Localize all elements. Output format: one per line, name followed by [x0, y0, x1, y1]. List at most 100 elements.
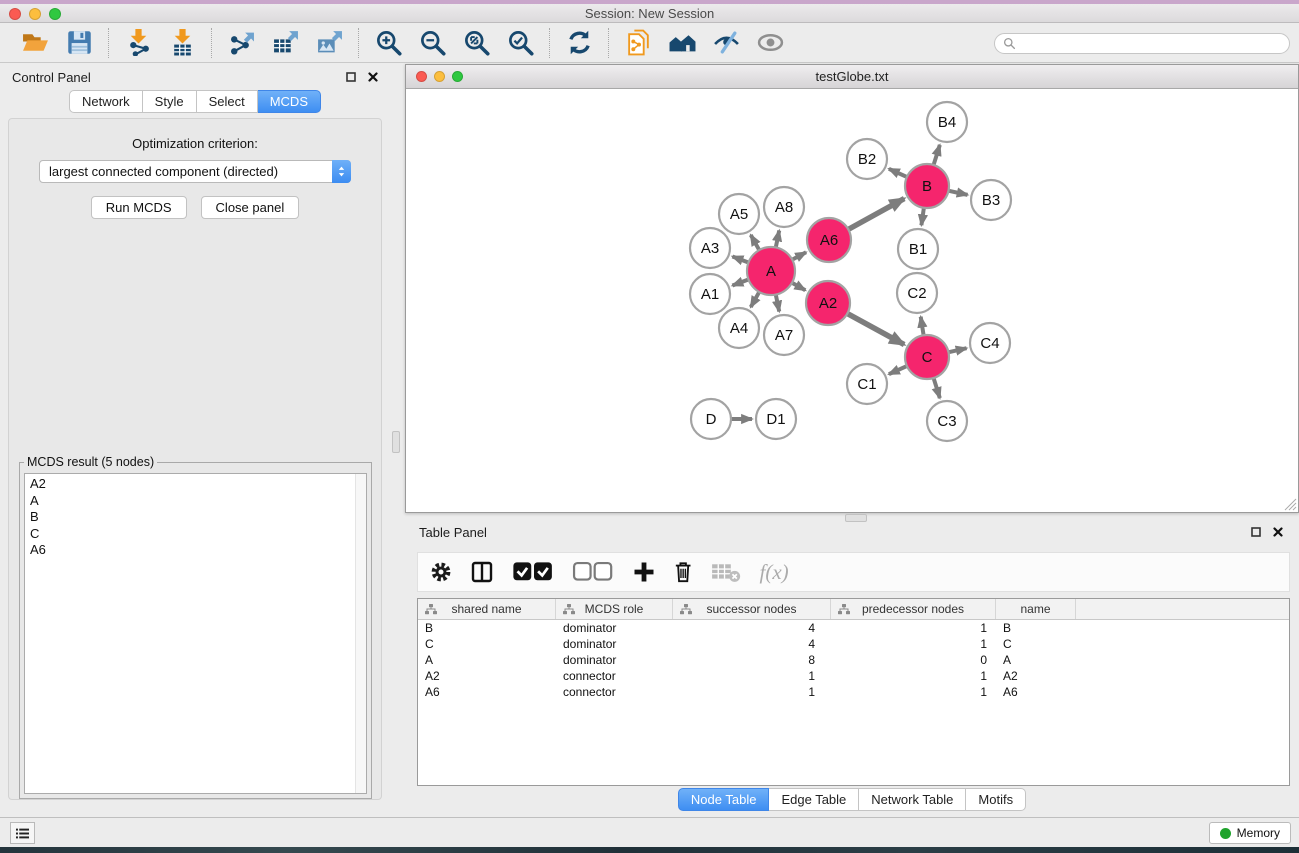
table-row[interactable]: Bdominator41B [418, 620, 1289, 636]
network-minimize-button[interactable] [434, 71, 445, 82]
deselect-all-button[interactable] [572, 557, 613, 587]
table-row[interactable]: Adominator80A [418, 652, 1289, 668]
export-network-button[interactable] [224, 27, 258, 59]
import-network-button[interactable] [121, 27, 155, 59]
zoom-selected-button[interactable] [503, 27, 537, 59]
graph-node-B[interactable]: B [905, 164, 949, 208]
export-image-button[interactable] [312, 27, 346, 59]
graph-node-A4[interactable]: A4 [719, 308, 759, 348]
column-header-MCDS-role[interactable]: MCDS role [556, 599, 673, 619]
right-region: testGlobe.txt B4B2BB3A5A8A6B1A3AA1C2A2A4… [405, 64, 1299, 817]
import-table-button[interactable] [165, 27, 199, 59]
graph-edge-B-B2[interactable] [889, 169, 909, 178]
table-panel-title: Table Panel [419, 525, 487, 540]
column-header-name[interactable]: name [996, 599, 1076, 619]
export-table-button[interactable] [268, 27, 302, 59]
graph-edge-A6-B[interactable] [847, 199, 905, 231]
delete-column-button[interactable] [674, 557, 692, 587]
graph-node-A2[interactable]: A2 [806, 281, 850, 325]
graph-edge-B-B3[interactable] [947, 190, 968, 195]
graph-node-A8[interactable]: A8 [764, 187, 804, 227]
graph-edge-A2-C[interactable] [846, 313, 905, 345]
search-field[interactable] [994, 33, 1290, 54]
zoom-in-button[interactable] [371, 27, 405, 59]
graph-node-C3[interactable]: C3 [927, 401, 967, 441]
result-list-scrollbar[interactable] [355, 474, 366, 793]
float-table-panel-button[interactable] [1251, 527, 1261, 537]
resize-grip-icon[interactable] [1284, 498, 1297, 511]
graph-node-B2[interactable]: B2 [847, 139, 887, 179]
graph-edge-B-B4[interactable] [933, 145, 940, 167]
open-file-button[interactable] [18, 27, 52, 59]
home-button[interactable] [665, 27, 699, 59]
run-mcds-button[interactable]: Run MCDS [91, 196, 187, 219]
graph-node-C[interactable]: C [905, 335, 949, 379]
copy-network-button[interactable] [621, 27, 655, 59]
graph-node-B4[interactable]: B4 [927, 102, 967, 142]
graph-node-A3[interactable]: A3 [690, 228, 730, 268]
table-tab-motifs[interactable]: Motifs [966, 788, 1026, 811]
network-canvas[interactable]: B4 B2 B B3 A5A8A6 B1 A3 A A1 C2 A2 A4A7 C4 C C1 C3 D D1 [406, 90, 1298, 512]
network-close-button[interactable] [416, 71, 427, 82]
mcds-result-item[interactable]: B [30, 509, 361, 526]
close-panel-button[interactable] [368, 72, 378, 82]
criterion-dropdown[interactable]: largest connected component (directed) [39, 160, 351, 183]
tab-mcds[interactable]: MCDS [258, 90, 321, 113]
mcds-result-item[interactable]: A [30, 493, 361, 510]
mcds-result-item[interactable]: C [30, 526, 361, 543]
add-column-button[interactable] [633, 557, 655, 587]
column-layout-button[interactable] [471, 557, 493, 587]
graph-edge-C-C3[interactable] [933, 376, 940, 398]
graph-edge-C-C1[interactable] [889, 365, 909, 374]
graph-node-C2[interactable]: C2 [897, 273, 937, 313]
table-row[interactable]: Cdominator41C [418, 636, 1289, 652]
table-tab-node-table[interactable]: Node Table [678, 788, 770, 811]
zoom-out-button[interactable] [415, 27, 449, 59]
graph-node-B1[interactable]: B1 [898, 229, 938, 269]
show-panel-button[interactable] [753, 27, 787, 59]
memory-button[interactable]: Memory [1209, 822, 1291, 844]
mcds-result-item[interactable]: A6 [30, 542, 361, 559]
search-input[interactable] [1021, 37, 1281, 51]
graph-node-A1[interactable]: A1 [690, 274, 730, 314]
column-header-predecessor-nodes[interactable]: predecessor nodes [831, 599, 996, 619]
graph-node-A6[interactable]: A6 [807, 218, 851, 262]
vertical-split-handle[interactable] [392, 431, 400, 453]
table-tab-edge-table[interactable]: Edge Table [769, 788, 859, 811]
graph-node-D[interactable]: D [691, 399, 731, 439]
settings-gear-button[interactable] [430, 557, 452, 587]
close-panel-pushbutton[interactable]: Close panel [201, 196, 300, 219]
column-header-shared-name[interactable]: shared name [418, 599, 556, 619]
zoom-window-button[interactable] [49, 8, 61, 20]
function-builder-button[interactable]: f(x) [760, 557, 789, 587]
task-history-button[interactable] [10, 822, 35, 844]
graph-node-C1[interactable]: C1 [847, 364, 887, 404]
select-all-button[interactable] [512, 557, 553, 587]
tab-style[interactable]: Style [143, 90, 197, 113]
graph-node-C4[interactable]: C4 [970, 323, 1010, 363]
table-tab-network-table[interactable]: Network Table [859, 788, 966, 811]
tab-network[interactable]: Network [69, 90, 143, 113]
mcds-result-item[interactable]: A2 [30, 476, 361, 493]
refresh-button[interactable] [562, 27, 596, 59]
graph-node-D1[interactable]: D1 [756, 399, 796, 439]
chevron-up-down-icon [337, 164, 346, 179]
close-table-panel-button[interactable] [1273, 527, 1283, 537]
graph-node-A7[interactable]: A7 [764, 315, 804, 355]
close-window-button[interactable] [9, 8, 21, 20]
graph-node-A5[interactable]: A5 [719, 194, 759, 234]
minimize-window-button[interactable] [29, 8, 41, 20]
float-panel-button[interactable] [346, 72, 356, 82]
graph-node-A[interactable]: A [747, 247, 795, 295]
graph-edge-C-C2[interactable] [921, 317, 924, 338]
graph-node-B3[interactable]: B3 [971, 180, 1011, 220]
save-session-button[interactable] [62, 27, 96, 59]
column-header-successor-nodes[interactable]: successor nodes [673, 599, 831, 619]
table-row[interactable]: A2connector11A2 [418, 668, 1289, 684]
delete-table-button[interactable] [711, 557, 741, 587]
hide-panel-button[interactable] [709, 27, 743, 59]
tab-select[interactable]: Select [197, 90, 258, 113]
network-zoom-button[interactable] [452, 71, 463, 82]
zoom-fit-button[interactable] [459, 27, 493, 59]
table-row[interactable]: A6connector11A6 [418, 684, 1289, 700]
